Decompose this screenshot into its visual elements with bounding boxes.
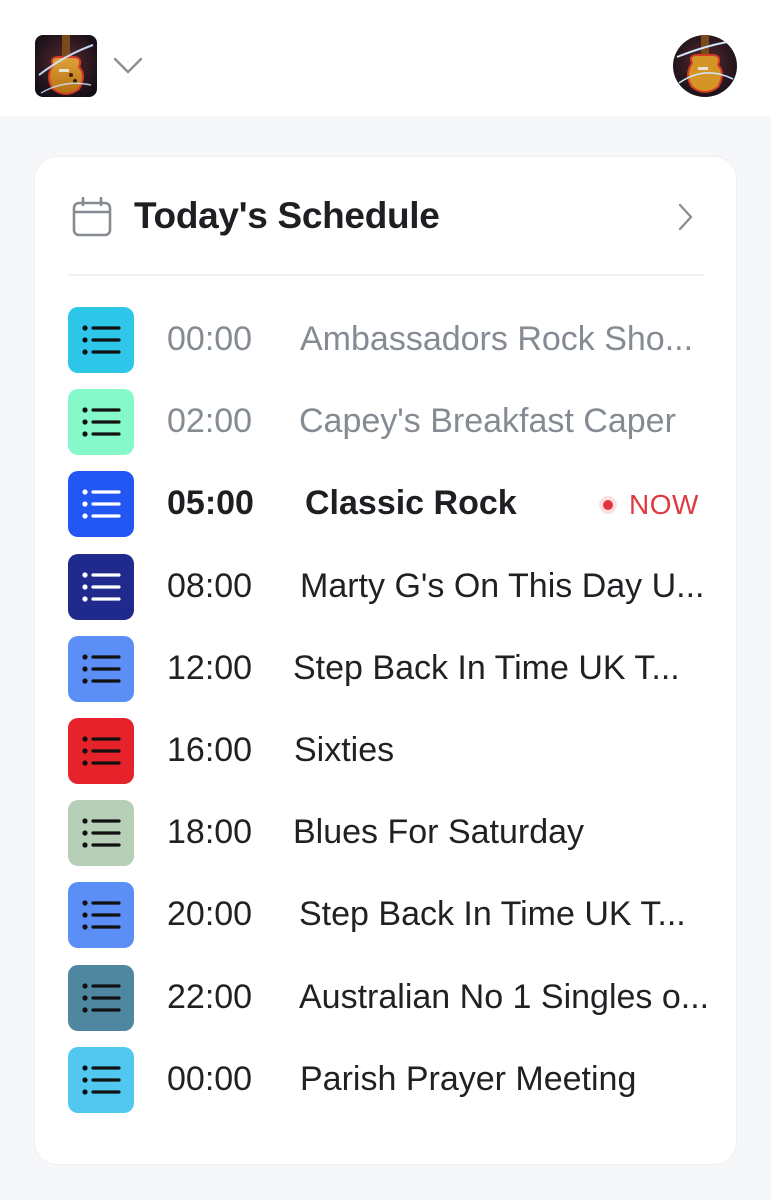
schedule-item[interactable]: 20:00 Step Back In Time UK T... xyxy=(35,880,736,950)
guitar-artwork-icon xyxy=(673,35,737,97)
program-title: Sixties xyxy=(294,731,395,769)
calendar-icon xyxy=(71,196,113,237)
list-icon xyxy=(82,736,121,766)
guitar-artwork-icon xyxy=(35,35,97,97)
todays-schedule-card: Today's Schedule 00:00 Ambassadors Rock S… xyxy=(35,157,736,1164)
card-title: Today's Schedule xyxy=(134,195,440,236)
schedule-item[interactable]: 22:00 Australian No 1 Singles o... xyxy=(35,963,736,1033)
program-tile xyxy=(68,471,134,538)
program-time: 08:00 xyxy=(167,566,253,605)
list-icon xyxy=(82,818,121,848)
program-title: Classic Rock xyxy=(305,484,517,523)
program-time: 16:00 xyxy=(167,731,253,769)
schedule-item[interactable]: 08:00 Marty G's On This Day U... xyxy=(35,552,736,622)
station-logo[interactable] xyxy=(35,35,97,97)
list-icon xyxy=(82,654,121,684)
program-tile xyxy=(68,718,134,784)
avatar[interactable] xyxy=(673,35,737,97)
schedule-item[interactable]: 16:00 Sixties xyxy=(35,716,736,786)
list-icon xyxy=(82,900,121,930)
list-icon xyxy=(82,407,121,437)
station-switcher-chevron-down-icon[interactable] xyxy=(112,52,144,78)
program-tile xyxy=(68,882,134,949)
program-title: Step Back In Time UK T... xyxy=(299,895,686,934)
program-time: 05:00 xyxy=(167,484,254,523)
program-time: 02:00 xyxy=(167,402,253,441)
program-tile xyxy=(68,553,134,620)
program-tile xyxy=(68,1046,134,1113)
schedule-item[interactable]: 00:00 Parish Prayer Meeting xyxy=(35,1045,736,1115)
schedule-item[interactable]: 00:00 Ambassadors Rock Sho... xyxy=(35,305,736,375)
list-icon xyxy=(82,1065,121,1095)
program-tile xyxy=(68,389,134,456)
header-divider xyxy=(68,274,704,276)
chevron-right-icon[interactable] xyxy=(675,201,695,233)
program-time: 22:00 xyxy=(167,977,253,1016)
program-title: Marty G's On This Day U... xyxy=(300,566,705,605)
program-tile xyxy=(68,964,134,1031)
program-title: Blues For Saturday xyxy=(293,813,585,852)
now-playing-badge: NOW xyxy=(603,487,699,523)
schedule-item[interactable]: 02:00 Capey's Breakfast Caper xyxy=(35,387,736,457)
program-time: 18:00 xyxy=(167,813,253,852)
program-tile xyxy=(68,800,134,867)
program-tile xyxy=(68,307,134,373)
list-icon xyxy=(82,982,121,1013)
program-time: 20:00 xyxy=(167,895,253,934)
program-title: Step Back In Time UK T... xyxy=(293,648,680,687)
program-title: Australian No 1 Singles o... xyxy=(299,977,710,1016)
program-tile xyxy=(68,635,134,702)
now-label: NOW xyxy=(629,489,699,521)
program-title: Capey's Breakfast Caper xyxy=(299,402,676,441)
program-time: 00:00 xyxy=(167,1059,253,1098)
program-time: 00:00 xyxy=(167,320,253,358)
schedule-item[interactable]: 18:00 Blues For Saturday xyxy=(35,798,736,868)
list-icon xyxy=(82,325,121,355)
list-icon xyxy=(82,571,121,602)
top-bar xyxy=(0,0,771,116)
schedule-card-header[interactable]: Today's Schedule xyxy=(35,157,736,275)
live-dot-icon xyxy=(603,500,613,511)
schedule-item[interactable]: 05:00 Classic Rock NOW xyxy=(35,469,736,539)
schedule-item[interactable]: 12:00 Step Back In Time UK T... xyxy=(35,634,736,704)
list-icon xyxy=(82,489,121,519)
program-time: 12:00 xyxy=(167,648,253,687)
program-title: Ambassadors Rock Sho... xyxy=(300,320,694,358)
program-title: Parish Prayer Meeting xyxy=(300,1059,637,1098)
